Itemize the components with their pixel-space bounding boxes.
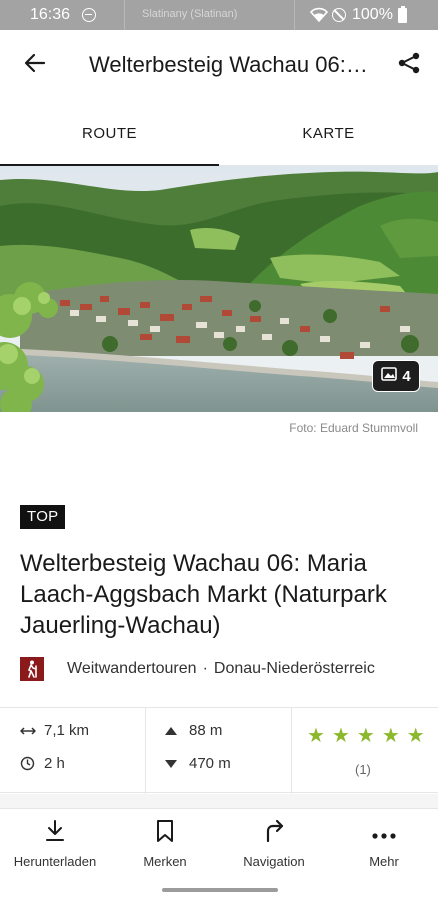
more-horizontal-icon	[371, 809, 397, 845]
more-button[interactable]: Mehr	[329, 809, 438, 881]
category-link[interactable]: Weitwandertouren	[67, 660, 197, 678]
notification-text: Slatinany (Slatinan)	[142, 8, 238, 20]
app-bar: Welterbesteig Wachau 06: Maria Laach-Agg…	[0, 30, 438, 100]
bookmark-icon	[156, 809, 174, 845]
more-label: Mehr	[369, 854, 399, 869]
duration-stat: 2 h	[20, 755, 65, 772]
tab-bar: ROUTE KARTE	[0, 100, 438, 166]
tour-stats: 7,1 km 2 h 88 m 470 m ★ ★ ★ ★ ★ (1)	[0, 707, 438, 794]
status-divider	[294, 0, 295, 30]
home-indicator[interactable]	[162, 888, 278, 892]
content-gap	[0, 794, 438, 808]
image-icon	[381, 367, 398, 385]
turn-right-arrow-icon	[263, 809, 285, 845]
stats-divider	[291, 708, 292, 794]
triangle-up-icon	[165, 726, 183, 735]
duration-value: 2 h	[44, 755, 65, 772]
star-icon: ★	[331, 725, 350, 747]
ascent-stat: 88 m	[165, 722, 222, 739]
star-icon: ★	[406, 725, 425, 747]
tour-title: Welterbesteig Wachau 06: Maria Laach-Agg…	[20, 550, 387, 639]
battery-icon	[398, 6, 407, 23]
navigation-button[interactable]: Navigation	[219, 809, 329, 881]
navigation-label: Navigation	[243, 854, 305, 869]
hiker-icon	[20, 657, 44, 681]
rating-count: (1)	[355, 762, 371, 777]
tab-karte[interactable]: KARTE	[219, 100, 438, 166]
descent-value: 470 m	[189, 755, 231, 772]
descent-stat: 470 m	[165, 755, 231, 772]
photo-credit: Foto: Eduard Stummvoll	[289, 421, 418, 435]
stats-divider	[145, 708, 146, 794]
region-link[interactable]: Donau-Niederösterreic	[214, 660, 375, 678]
page-title: Welterbesteig Wachau 06: Maria Laach-Agg…	[89, 52, 371, 77]
blocked-icon	[332, 8, 346, 22]
do-not-disturb-icon	[82, 8, 96, 22]
star-icon: ★	[307, 725, 325, 747]
battery-percent: 100%	[352, 6, 393, 23]
star-icon: ★	[381, 725, 400, 747]
triangle-down-icon	[165, 759, 183, 768]
tab-route[interactable]: ROUTE	[0, 100, 219, 166]
status-time: 16:36	[30, 6, 71, 23]
category-row: Weitwandertouren · Donau-Niederösterreic	[20, 655, 438, 683]
distance-stat: 7,1 km	[20, 722, 89, 739]
distance-arrows-icon	[20, 726, 38, 736]
arrow-left-icon	[24, 52, 46, 79]
star-icon: ★	[356, 725, 375, 747]
top-badge: TOP	[20, 505, 66, 529]
ascent-value: 88 m	[189, 722, 223, 739]
share-button[interactable]	[394, 50, 424, 80]
distance-value: 7,1 km	[44, 722, 90, 739]
bookmark-button[interactable]: Merken	[110, 809, 220, 881]
bottom-action-bar: Herunterladen Merken Navigation Mehr	[0, 808, 438, 880]
bookmark-label: Merken	[143, 854, 187, 869]
status-divider	[124, 0, 125, 30]
photo-count: 4	[402, 367, 411, 385]
download-label: Herunterladen	[13, 854, 97, 869]
download-button[interactable]: Herunterladen	[0, 809, 110, 881]
status-bar: 16:36 Slatinany (Slatinan) 100%	[0, 0, 438, 30]
back-button[interactable]	[20, 50, 50, 80]
download-icon	[44, 809, 66, 845]
wifi-icon	[309, 7, 329, 27]
photo-count-button[interactable]: 4	[372, 360, 420, 392]
clock-icon	[20, 756, 38, 771]
share-icon	[397, 51, 421, 80]
rating-stars[interactable]: ★ ★ ★ ★ ★	[307, 726, 425, 746]
category-separator: ·	[202, 660, 208, 677]
